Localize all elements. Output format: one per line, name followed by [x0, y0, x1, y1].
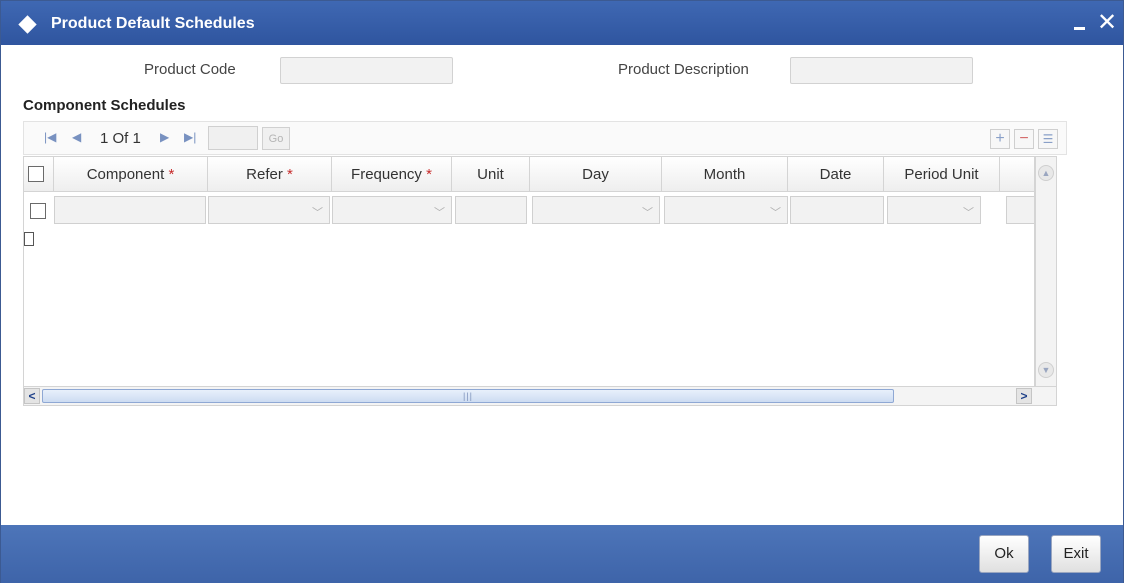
- component-schedules-title: Component Schedules: [23, 97, 186, 114]
- title-bar: Product Default Schedules ✕: [1, 1, 1123, 45]
- product-default-schedules-window: Product Default Schedules ✕ Product Code…: [0, 0, 1124, 583]
- component-schedules-grid: Component * Refer * Frequency * Unit Day…: [23, 156, 1035, 388]
- product-description-label: Product Description: [618, 61, 749, 78]
- scroll-up-icon[interactable]: ▲: [1038, 165, 1054, 181]
- grid-header: Component * Refer * Frequency * Unit Day…: [24, 157, 1034, 192]
- page-indicator: 1 Of 1: [100, 130, 141, 147]
- unit-cell-input[interactable]: [455, 196, 527, 224]
- chevron-down-icon: ﹀: [642, 207, 653, 219]
- footer-bar: Ok Exit: [1, 525, 1123, 583]
- frequency-cell-select[interactable]: ﹀: [332, 196, 452, 224]
- close-icon[interactable]: ✕: [1097, 11, 1117, 35]
- last-page-icon[interactable]: ▶|: [184, 130, 196, 144]
- component-cell-input[interactable]: [54, 196, 206, 224]
- chevron-down-icon: ﹀: [312, 207, 323, 219]
- column-header-frequency: Frequency *: [332, 157, 452, 192]
- column-header-refer: Refer *: [208, 157, 332, 192]
- scroll-down-icon[interactable]: ▼: [1038, 362, 1054, 378]
- exit-button[interactable]: Exit: [1051, 535, 1101, 573]
- grid-pager: |◀ ◀ 1 Of 1 ▶ ▶| Go + − ☰: [23, 121, 1067, 155]
- horizontal-scrollbar[interactable]: < ||| >: [23, 386, 1057, 406]
- column-header-day: Day: [530, 157, 662, 192]
- diamond-icon: [18, 15, 37, 34]
- month-cell-select[interactable]: ﹀: [664, 196, 788, 224]
- add-row-icon[interactable]: +: [990, 129, 1010, 149]
- minimize-icon[interactable]: [1074, 27, 1085, 30]
- column-header-month: Month: [662, 157, 788, 192]
- first-page-icon[interactable]: |◀: [44, 130, 56, 144]
- row-marker-box: [24, 232, 34, 246]
- grip-icon: |||: [463, 391, 474, 401]
- chevron-down-icon: ﹀: [963, 207, 974, 219]
- product-code-label: Product Code: [144, 61, 236, 78]
- day-cell-select[interactable]: ﹀: [532, 196, 660, 224]
- refer-cell-select[interactable]: ﹀: [208, 196, 330, 224]
- go-button[interactable]: Go: [262, 127, 290, 150]
- previous-page-icon[interactable]: ◀: [72, 130, 81, 144]
- column-header-period-unit: Period Unit: [884, 157, 1000, 192]
- scroll-right-icon[interactable]: >: [1016, 388, 1032, 404]
- horizontal-scroll-thumb[interactable]: |||: [42, 389, 894, 403]
- column-header-date: Date: [788, 157, 884, 192]
- row-select-checkbox[interactable]: [30, 203, 46, 219]
- window-title: Product Default Schedules: [51, 15, 255, 32]
- column-header-component: Component *: [54, 157, 208, 192]
- column-header-unit: Unit: [452, 157, 530, 192]
- vertical-scrollbar[interactable]: ▲ ▼: [1035, 156, 1057, 388]
- next-column-cell-input[interactable]: [1006, 196, 1034, 224]
- page-number-input[interactable]: [208, 126, 258, 150]
- date-cell-input[interactable]: [790, 196, 884, 224]
- scroll-left-icon[interactable]: <: [24, 388, 40, 404]
- period-unit-cell-select[interactable]: ﹀: [887, 196, 981, 224]
- product-code-input[interactable]: [280, 57, 453, 84]
- next-page-icon[interactable]: ▶: [160, 130, 169, 144]
- ok-button[interactable]: Ok: [979, 535, 1029, 573]
- product-description-input[interactable]: [790, 57, 973, 84]
- delete-row-icon[interactable]: −: [1014, 129, 1034, 149]
- chevron-down-icon: ﹀: [770, 207, 781, 219]
- chevron-down-icon: ﹀: [434, 207, 445, 219]
- checkbox-column-header: [24, 157, 54, 192]
- single-view-icon[interactable]: ☰: [1038, 129, 1058, 149]
